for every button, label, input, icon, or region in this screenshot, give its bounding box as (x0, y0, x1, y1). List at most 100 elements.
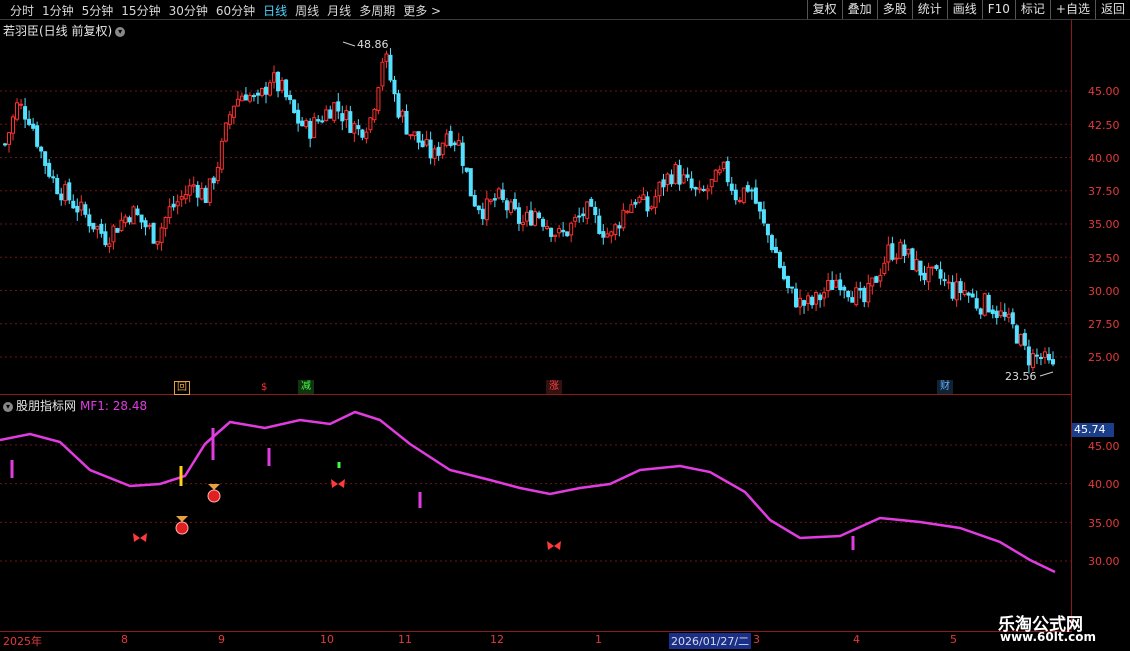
date-label: 12 (490, 633, 504, 646)
candle-body (131, 206, 136, 225)
high-price-label: 48.86 (357, 38, 389, 51)
candle-body (83, 204, 88, 215)
candle-body (1018, 333, 1023, 346)
candle-body (637, 196, 642, 203)
candle-body (424, 138, 429, 146)
chevron-down-icon[interactable]: ▾ (3, 401, 13, 412)
candle-body (163, 217, 168, 229)
price-axis-divider (1071, 20, 1072, 630)
indicator-tick: 45.00 (1088, 440, 1120, 453)
candle-body (107, 243, 112, 247)
candle-body (697, 187, 702, 191)
candle-body (524, 211, 529, 222)
candle-body (854, 287, 859, 306)
candle-body (910, 248, 915, 271)
candle-body (356, 125, 361, 130)
butterfly-icon (133, 533, 147, 542)
candle-body (842, 286, 847, 291)
candle-body (312, 117, 317, 139)
candle-body (171, 203, 176, 208)
candle-body (396, 93, 401, 118)
candle-body (444, 133, 449, 146)
candle-body (721, 161, 726, 169)
candle-body (304, 120, 309, 128)
candle-body (27, 118, 32, 125)
candle-body (43, 151, 48, 166)
candle-body (23, 106, 28, 120)
candle-body (143, 220, 148, 228)
candle-body (344, 110, 349, 121)
candle-body (942, 279, 947, 282)
signal-marker[interactable]: $ (258, 381, 270, 395)
candle-body (280, 79, 285, 91)
candle-body (537, 212, 542, 219)
candle-body (51, 176, 56, 179)
indicator-name: 股朋指标网 (16, 399, 77, 413)
date-axis: 2025年 8 9 10 11 12 1 2026/01/27/二 3 4 5 (0, 631, 1072, 651)
candle-body (195, 184, 200, 198)
candle-body (39, 146, 44, 152)
candle-body (95, 225, 100, 230)
candle-body (420, 140, 425, 148)
candle-body (814, 292, 819, 305)
price-tick: 42.50 (1088, 119, 1120, 132)
candle-body (492, 198, 497, 201)
candle-body (400, 110, 405, 117)
candle-body (155, 241, 160, 245)
candle-body (810, 296, 815, 306)
candle-body (199, 187, 204, 200)
candle-body (235, 98, 240, 107)
indicator-tick: 35.00 (1088, 517, 1120, 530)
candle-body (31, 123, 36, 129)
candle-body (994, 310, 999, 318)
candle-body (649, 206, 654, 210)
medal-icon (176, 516, 188, 522)
candle-body (276, 71, 281, 92)
candle-body (685, 174, 690, 178)
candle-body (761, 209, 766, 224)
candle-body (958, 281, 963, 294)
candle-body (520, 221, 525, 225)
medal-icon (175, 521, 189, 535)
date-label: 11 (398, 633, 412, 646)
candle-body (147, 224, 152, 227)
candle-body (63, 184, 68, 202)
candle-body (794, 288, 799, 308)
candle-body (440, 142, 445, 156)
candle-body (1046, 353, 1051, 361)
candle-body (565, 231, 570, 237)
candle-body (308, 120, 313, 139)
candle-body (950, 282, 955, 299)
candle-body (886, 244, 891, 263)
chart-canvas[interactable] (0, 0, 1130, 650)
price-tick: 27.50 (1088, 318, 1120, 331)
candle-body (557, 228, 562, 234)
candle-body (328, 109, 333, 119)
candle-body (231, 105, 236, 118)
signal-marker[interactable]: 减 (298, 380, 314, 394)
price-tick: 37.50 (1088, 185, 1120, 198)
price-tick: 25.00 (1088, 351, 1120, 364)
candle-body (151, 222, 156, 244)
candle-body (480, 208, 485, 220)
candle-body (516, 207, 521, 224)
signal-marker[interactable]: 回 (174, 381, 190, 395)
candle-body (673, 164, 678, 184)
candle-body (745, 185, 750, 192)
candle-body (119, 219, 124, 232)
candle-body (1010, 312, 1015, 325)
date-label: 3 (753, 633, 760, 646)
candle-body (159, 227, 164, 243)
candle-body (7, 132, 12, 145)
candle-body (629, 204, 634, 213)
signal-marker[interactable]: 财 (937, 380, 953, 394)
candle-body (1030, 352, 1035, 368)
candle-body (717, 169, 722, 174)
candle-body (340, 113, 345, 122)
candle-body (79, 201, 84, 211)
signal-marker[interactable]: 涨 (546, 380, 562, 394)
candle-body (464, 167, 469, 172)
price-tick: 45.00 (1088, 85, 1120, 98)
candle-body (657, 181, 662, 197)
candle-body (111, 225, 116, 243)
